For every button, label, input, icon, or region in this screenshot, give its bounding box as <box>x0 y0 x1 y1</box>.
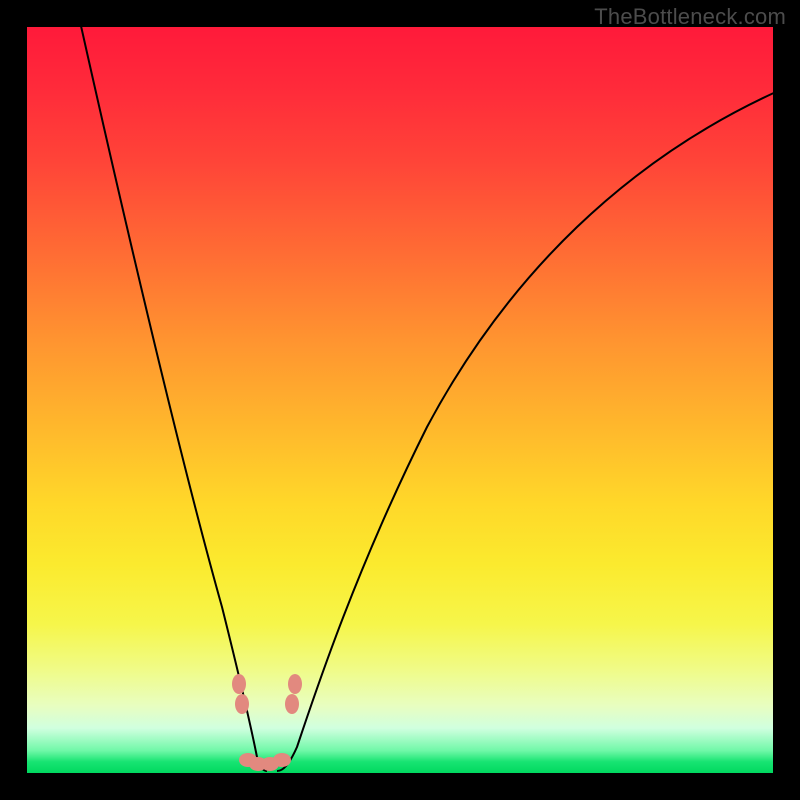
bottleneck-curve-left <box>79 27 267 771</box>
curve-marker <box>288 674 302 694</box>
bottleneck-curve-right <box>277 87 773 771</box>
chart-frame <box>27 27 773 773</box>
curve-marker <box>273 753 291 767</box>
curve-marker <box>285 694 299 714</box>
curve-marker <box>232 674 246 694</box>
curve-marker <box>235 694 249 714</box>
watermark-text: TheBottleneck.com <box>594 4 786 30</box>
bottleneck-curves-svg <box>27 27 773 773</box>
